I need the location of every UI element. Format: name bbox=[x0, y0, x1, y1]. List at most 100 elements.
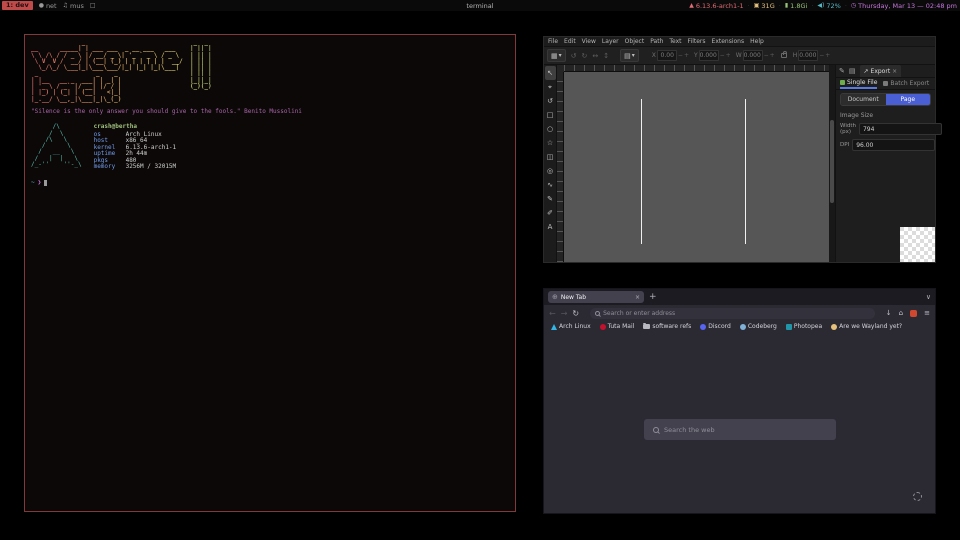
back-button[interactable]: ← bbox=[549, 309, 556, 318]
bookmark-photopea[interactable]: Photopea bbox=[786, 323, 822, 330]
x-spinbox[interactable]: X 0.00 − + bbox=[652, 50, 689, 61]
active-tab[interactable]: ⊕ New Tab × bbox=[548, 291, 644, 303]
selection-mode-dropdown[interactable]: ▦ ▾ bbox=[547, 49, 566, 62]
objects-panel-icon[interactable]: ✎ bbox=[839, 67, 845, 75]
close-tab-icon[interactable]: × bbox=[635, 294, 640, 301]
url-bar[interactable] bbox=[590, 308, 875, 319]
menu-help[interactable]: Help bbox=[750, 38, 764, 45]
selector-tool[interactable]: ↖ bbox=[545, 66, 556, 80]
browser-navbar: ← → ↻ ↓ ⌂ ≡ bbox=[544, 305, 935, 321]
minus-button[interactable]: − bbox=[764, 52, 769, 59]
menu-edit[interactable]: Edit bbox=[564, 38, 576, 45]
menu-path[interactable]: Path bbox=[650, 38, 663, 45]
bookmark-codeberg[interactable]: Codeberg bbox=[740, 323, 777, 330]
x-label: X bbox=[652, 52, 656, 59]
y-spinbox[interactable]: Y 0.000 − + bbox=[694, 50, 731, 61]
forward-button[interactable]: → bbox=[561, 309, 568, 318]
menu-extensions[interactable]: Extensions bbox=[712, 38, 745, 45]
menu-file[interactable]: File bbox=[548, 38, 558, 45]
close-icon[interactable]: × bbox=[892, 68, 897, 75]
text-tool[interactable]: A bbox=[545, 220, 556, 234]
menu-icon[interactable]: ≡ bbox=[924, 309, 930, 317]
scrollbar-thumb[interactable] bbox=[830, 120, 834, 203]
flip-vertical-icon[interactable]: ↕ bbox=[603, 52, 609, 60]
canvas-area[interactable] bbox=[557, 65, 829, 262]
star-icon: ☆ bbox=[547, 139, 553, 147]
x-value[interactable]: 0.00 bbox=[657, 50, 677, 61]
export-tab[interactable]: ↗ Export × bbox=[860, 65, 902, 77]
menu-layer[interactable]: Layer bbox=[602, 38, 619, 45]
y-value[interactable]: 0.000 bbox=[699, 50, 719, 61]
download-icon[interactable]: ↓ bbox=[886, 309, 892, 317]
calligraphy-tool[interactable]: ✐ bbox=[545, 206, 556, 220]
web-search-input[interactable] bbox=[664, 426, 827, 434]
menu-text[interactable]: Text bbox=[669, 38, 681, 45]
minus-button[interactable]: − bbox=[720, 52, 725, 59]
pencil-icon: ∿ bbox=[547, 181, 553, 189]
box-3d-tool[interactable]: ◫ bbox=[545, 150, 556, 164]
kernel-version: 6.13.6-arch1-1 bbox=[696, 2, 744, 10]
layers-panel-icon[interactable]: ▤ bbox=[849, 67, 856, 75]
tab-batch-export[interactable]: Batch Export bbox=[883, 78, 929, 89]
drawing-canvas[interactable] bbox=[564, 72, 829, 262]
gear-icon[interactable] bbox=[913, 492, 922, 501]
lock-ratio-icon[interactable] bbox=[781, 53, 787, 58]
reload-button[interactable]: ↻ bbox=[572, 309, 579, 318]
flip-horizontal-icon[interactable]: ↔ bbox=[592, 52, 598, 60]
minus-button[interactable]: − bbox=[819, 52, 824, 59]
plus-button[interactable]: + bbox=[770, 52, 775, 59]
web-search-bar[interactable] bbox=[644, 419, 836, 440]
w-value[interactable]: 0.000 bbox=[743, 50, 763, 61]
terminal-window[interactable]: _ _ _ __ _____| | ___ ___ _ __ ___ ___ |… bbox=[24, 34, 516, 512]
tab-list-chevron-icon[interactable]: ∨ bbox=[926, 293, 931, 301]
document-button[interactable]: Document bbox=[841, 94, 886, 105]
export-panel: ✎ ▤ ↗ Export × Single File Batc bbox=[835, 65, 935, 262]
home-icon[interactable]: ⌂ bbox=[899, 309, 903, 317]
bookmark-are-we-wayland-yet[interactable]: Are we Wayland yet? bbox=[831, 323, 902, 330]
pencil-tool[interactable]: ∿ bbox=[545, 178, 556, 192]
align-dropdown[interactable]: ▤ ▾ bbox=[620, 49, 639, 62]
new-tab-button[interactable]: + bbox=[649, 292, 657, 302]
h-spinbox[interactable]: H 0.000 − + bbox=[793, 50, 831, 61]
menu-filters[interactable]: Filters bbox=[688, 38, 706, 45]
fetch-info: crash@bertha osArch Linux hostx86_64 ker… bbox=[94, 124, 177, 171]
tab-single-file[interactable]: Single File bbox=[840, 78, 877, 89]
browser-window[interactable]: ⊕ New Tab × + ∨ ← → ↻ ↓ ⌂ ≡ bbox=[543, 288, 936, 514]
star-tool[interactable]: ☆ bbox=[545, 136, 556, 150]
w-spinbox[interactable]: W 0.000 − + bbox=[736, 50, 775, 61]
shell-prompt[interactable]: ~ ❯ bbox=[31, 180, 509, 186]
volume-module[interactable]: ◀) 72% bbox=[817, 2, 840, 10]
dpi-field-row: DPI bbox=[840, 139, 931, 151]
width-input[interactable] bbox=[859, 123, 942, 135]
spiral-tool[interactable]: ◎ bbox=[545, 164, 556, 178]
menu-object[interactable]: Object bbox=[625, 38, 645, 45]
plus-button[interactable]: + bbox=[825, 52, 830, 59]
bookmark-label: Codeberg bbox=[748, 323, 777, 330]
width-label: Width (px) bbox=[840, 123, 856, 135]
menu-view[interactable]: View bbox=[582, 38, 596, 45]
bookmark-tuta-mail[interactable]: Tuta Mail bbox=[600, 323, 635, 330]
image-size-label: Image Size bbox=[840, 112, 931, 119]
ublock-extension-icon[interactable] bbox=[910, 310, 917, 317]
page-button[interactable]: Page bbox=[886, 94, 931, 105]
folder-icon bbox=[643, 324, 650, 329]
bookmark-folder-software-refs[interactable]: software refs bbox=[643, 323, 691, 330]
bookmark-discord[interactable]: Discord bbox=[700, 323, 731, 330]
shape-builder-tool[interactable]: ↺ bbox=[545, 94, 556, 108]
dpi-input[interactable] bbox=[852, 139, 935, 151]
ellipse-tool[interactable]: ○ bbox=[545, 122, 556, 136]
bookmark-label: Arch Linux bbox=[559, 323, 591, 330]
bookmark-arch-linux[interactable]: Arch Linux bbox=[551, 323, 591, 330]
url-input[interactable] bbox=[603, 310, 870, 317]
minus-button[interactable]: − bbox=[678, 52, 683, 59]
h-value[interactable]: 0.000 bbox=[798, 50, 818, 61]
rotate-cw-icon[interactable]: ↻ bbox=[582, 52, 588, 60]
inkscape-window[interactable]: File Edit View Layer Object Path Text Fi… bbox=[543, 36, 936, 263]
rotate-ccw-icon[interactable]: ↺ bbox=[571, 52, 577, 60]
rectangle-tool[interactable]: □ bbox=[545, 108, 556, 122]
node-tool[interactable]: ⌖ bbox=[545, 80, 556, 94]
pen-tool[interactable]: ✎ bbox=[545, 192, 556, 206]
plus-button[interactable]: + bbox=[726, 52, 731, 59]
plus-button[interactable]: + bbox=[684, 52, 689, 59]
pen-icon: ✎ bbox=[547, 195, 553, 203]
